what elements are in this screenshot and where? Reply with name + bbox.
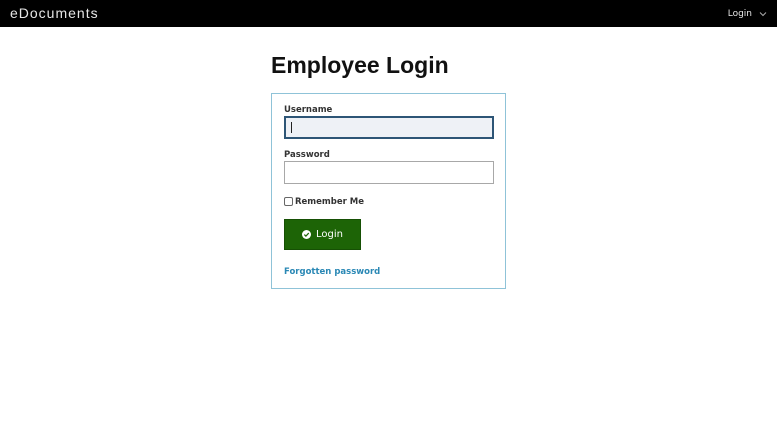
remember-me-row: Remember Me	[284, 195, 364, 207]
text-cursor	[291, 122, 292, 133]
login-button[interactable]: Login	[284, 219, 361, 250]
login-panel: Username Password Remember Me Login Forg…	[271, 93, 506, 289]
password-input[interactable]	[284, 161, 494, 184]
nav-login-label: Login	[727, 9, 752, 19]
top-navbar: eDocuments Login	[0, 0, 777, 27]
page-title: Employee Login	[271, 52, 449, 78]
username-label: Username	[284, 105, 333, 115]
chevron-down-icon	[759, 12, 767, 17]
brand-logo[interactable]: eDocuments	[10, 4, 99, 22]
username-input[interactable]	[284, 116, 494, 139]
password-label: Password	[284, 150, 330, 160]
forgot-password-link[interactable]: Forgotten password	[284, 267, 380, 277]
nav-login-dropdown[interactable]: Login	[728, 7, 767, 21]
remember-me-label[interactable]: Remember Me	[295, 197, 364, 207]
login-button-label: Login	[316, 229, 343, 240]
check-circle-icon	[302, 230, 311, 239]
remember-me-checkbox[interactable]	[284, 196, 293, 206]
